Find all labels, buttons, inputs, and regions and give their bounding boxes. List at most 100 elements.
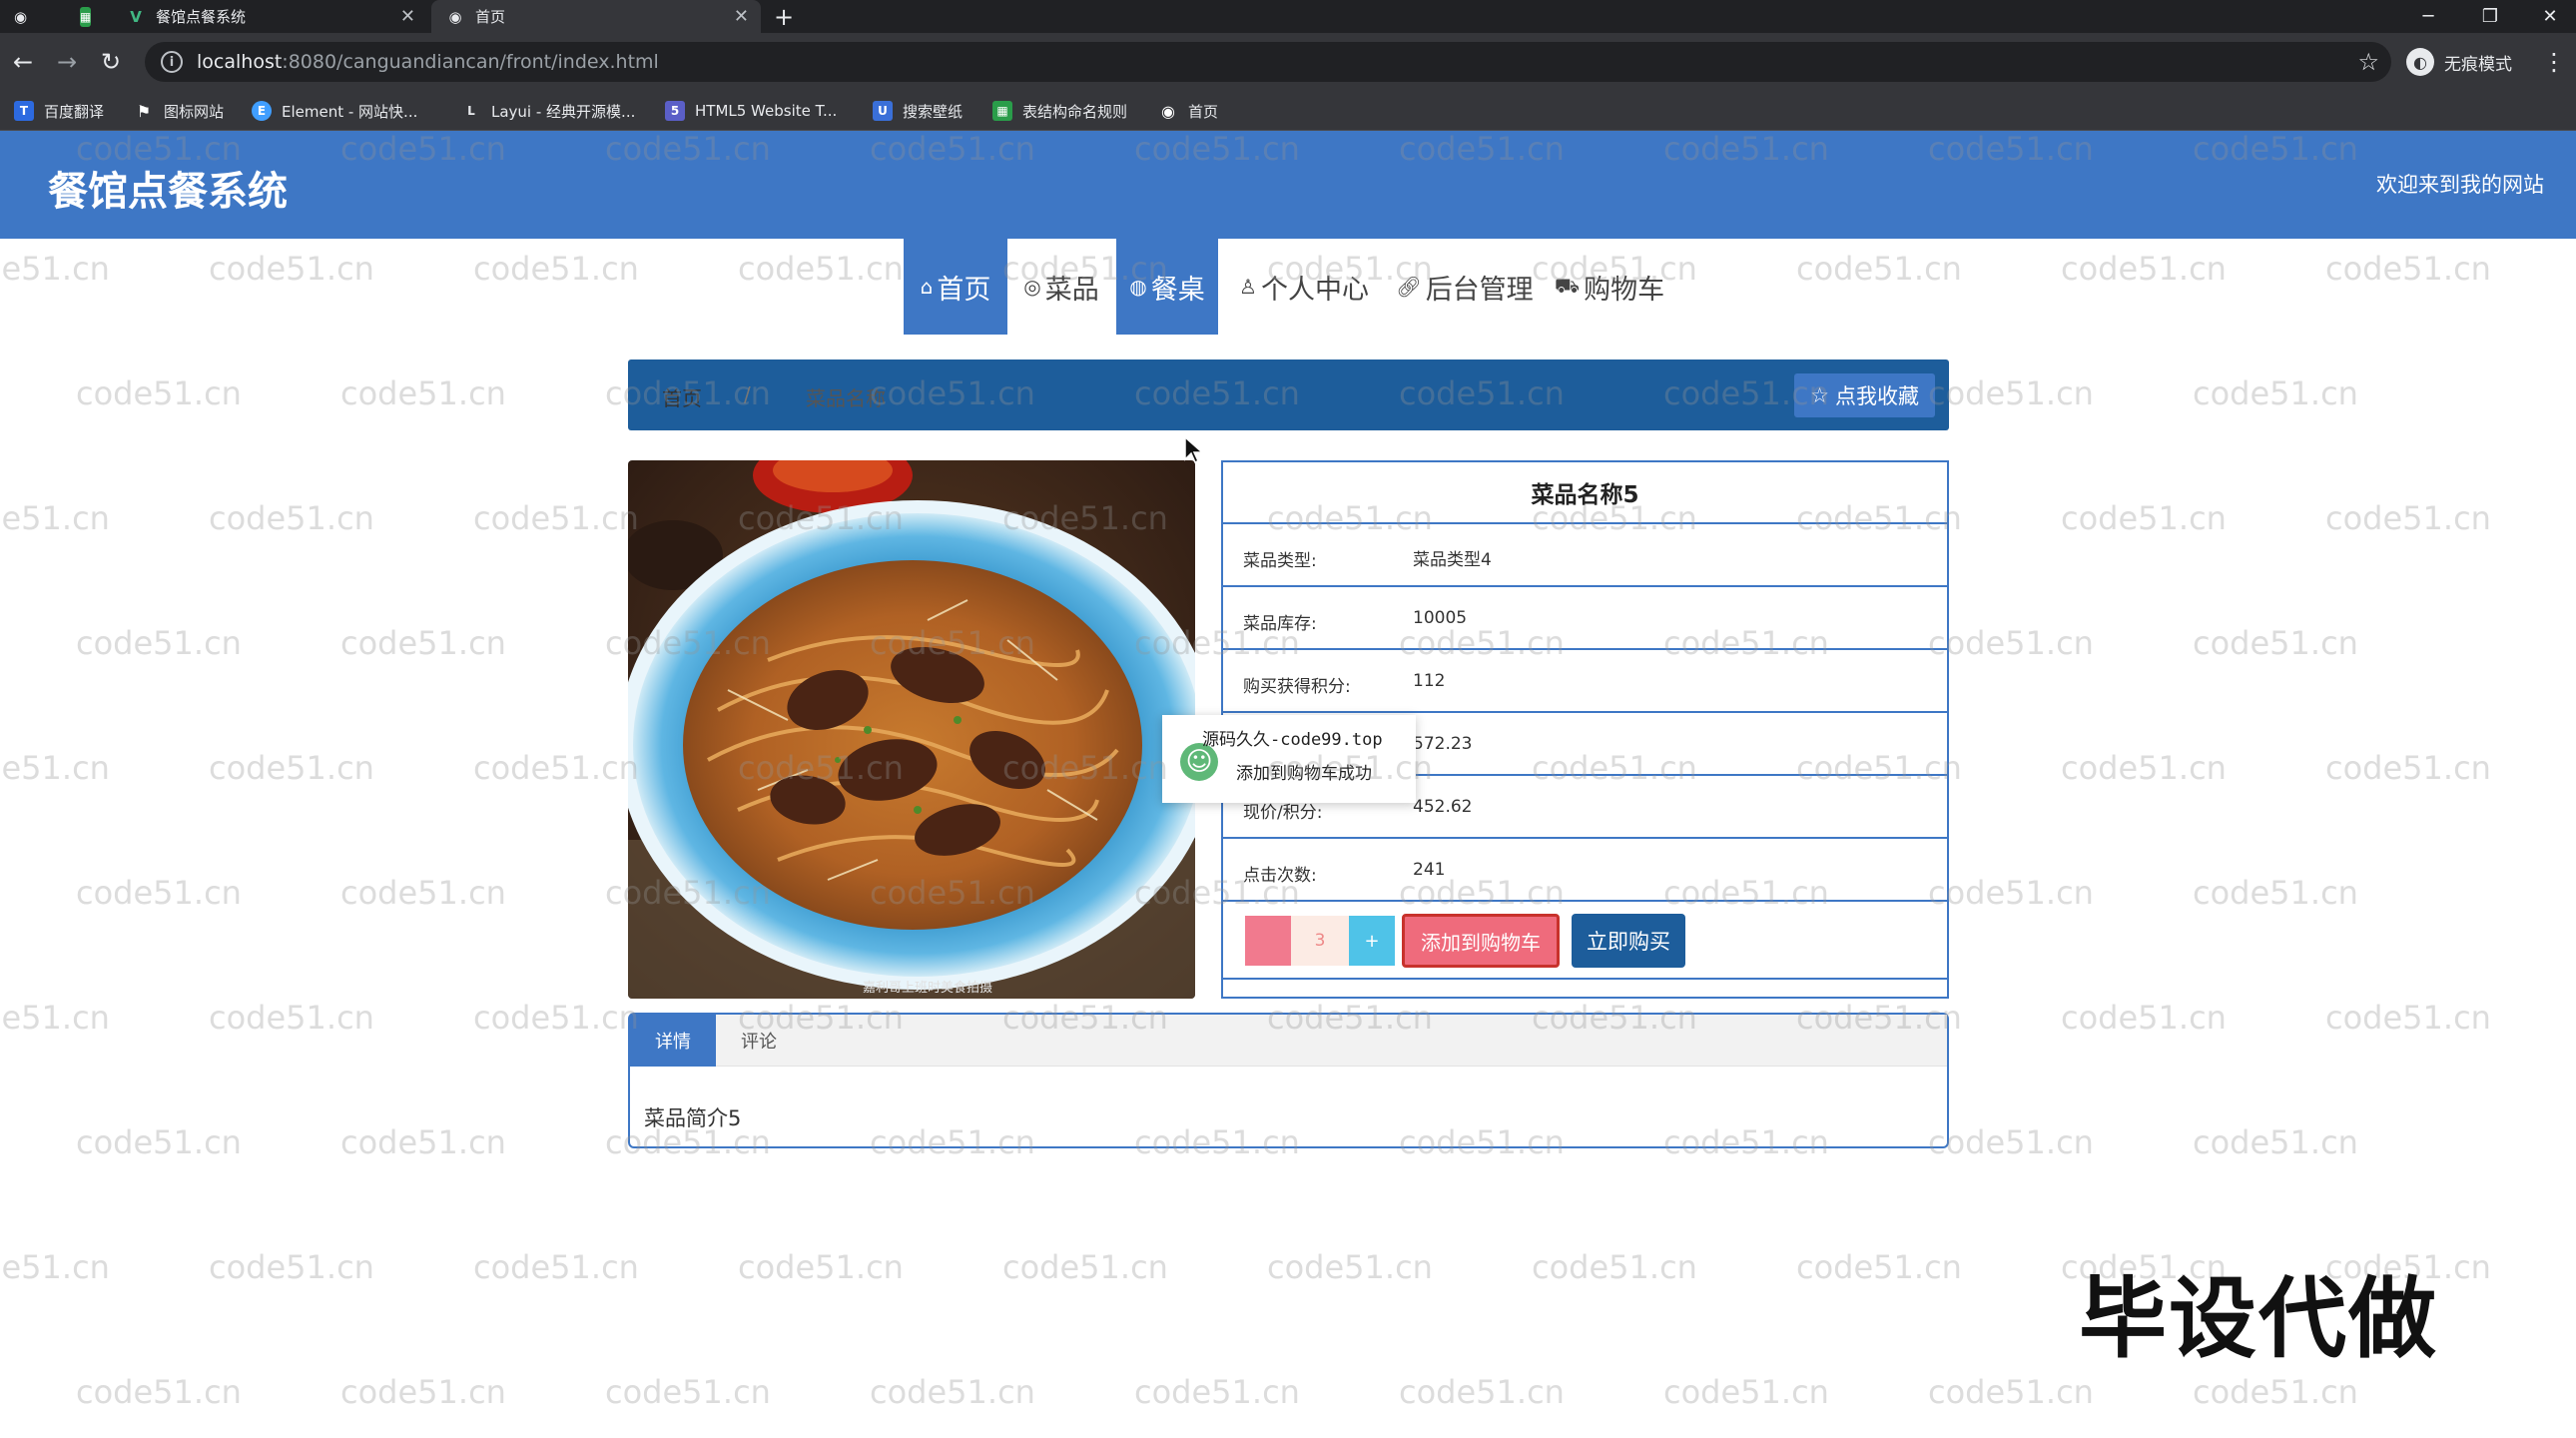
bookmark-label: 表结构命名规则 [1022, 102, 1128, 121]
site-info-icon[interactable]: i [161, 51, 183, 73]
breadcrumb-current: 菜品名称 [806, 386, 886, 410]
link-icon: 🔗︎ [1396, 275, 1422, 299]
forward-button[interactable]: → [52, 47, 82, 77]
user-icon: ♙ [1239, 275, 1257, 299]
toast-message: 添加到购物车成功 [1236, 764, 1372, 784]
dish-name: 菜品名称5 [1223, 462, 1947, 524]
dish-photo: 嘉利哥上班时美食拍摄 [628, 460, 1195, 999]
toast-source-text: 源码久久-code99.top [1202, 730, 1383, 750]
nav-label: 餐桌 [1150, 274, 1205, 306]
bookmark-item[interactable]: L Layui - 经典开源模... [461, 91, 635, 131]
bookmark-label: HTML5 Website T... [695, 102, 838, 120]
photo-caption: 嘉利哥上班时美食拍摄 [863, 980, 992, 996]
layui-icon: L [467, 104, 475, 118]
chrome-icon: ◉ [14, 7, 28, 26]
globe-icon: ◉ [1161, 101, 1175, 121]
restore-button[interactable]: ❐ [2466, 0, 2514, 33]
main-nav: ⌂ 首页 ◎ 菜品 ◍ 餐桌 ♙ 个人中心 🔗︎ 后台管理 ⛟ 购物车 [0, 239, 2576, 335]
breadcrumb-bar: 首页 / 菜品名称 ☆ 点我收藏 [628, 360, 1949, 430]
sheet-icon: ▦ [80, 6, 92, 27]
bookmark-label: 图标网站 [164, 102, 225, 121]
nav-cart[interactable]: ⛟ 购物车 [1552, 239, 1667, 335]
bookmark-item[interactable]: T 百度翻译 [14, 91, 104, 131]
bookmark-item[interactable]: U 搜索壁纸 [873, 91, 963, 131]
quantity-increase-button[interactable]: + [1349, 916, 1395, 966]
table-icon: ◍ [1129, 275, 1147, 299]
quantity-input[interactable]: 3 [1291, 916, 1349, 966]
bookmark-item[interactable]: E Element - 网站快... [252, 91, 417, 131]
info-row-type: 菜品类型: 菜品类型4 [1223, 524, 1947, 587]
site-title: 餐馆点餐系统 [48, 169, 288, 215]
purchase-row: 3 + 添加到购物车 立即购买 [1223, 902, 1947, 980]
info-value: 452.62 [1413, 797, 1473, 817]
detail-tabs: 详情 评论 [630, 1015, 1947, 1067]
nav-tables[interactable]: ◍ 餐桌 [1116, 239, 1218, 335]
bookmarks-bar: T 百度翻译 ⚑ 图标网站 E Element - 网站快... L Layui - 经… [0, 91, 2576, 131]
flag-icon: ⚑ [136, 101, 152, 121]
web-page: 餐馆点餐系统 欢迎来到我的网站 ⌂ 首页 ◎ 菜品 ◍ 餐桌 ♙ 个人中心 🔗︎ 后台管理… [0, 131, 2576, 1438]
minimize-button[interactable]: ─ [2404, 0, 2452, 33]
close-tab-icon[interactable]: ✕ [400, 6, 415, 27]
sheet-icon: ▦ [992, 101, 1012, 121]
dish-icon: ◎ [1023, 275, 1041, 299]
new-tab-button[interactable]: + [771, 0, 797, 33]
bookmark-label: Element - 网站快... [282, 102, 418, 121]
html5-icon: 5 [665, 101, 685, 121]
add-to-cart-button[interactable]: 添加到购物车 [1402, 914, 1560, 968]
globe-icon: ◉ [448, 7, 462, 26]
browser-tab-strip: ◉ ▦ V 餐馆点餐系统 ✕ ◉ 首页 ✕ + ─ ❐ ✕ [0, 0, 2576, 33]
info-label: 购买获得积分: [1243, 677, 1351, 697]
info-label: 菜品库存: [1243, 614, 1317, 634]
incognito-profile[interactable]: ◐ 无痕模式 [2406, 47, 2512, 77]
info-row-stock: 菜品库存: 10005 [1223, 587, 1947, 650]
tab-comments[interactable]: 评论 [716, 1015, 802, 1067]
favorite-button[interactable]: ☆ 点我收藏 [1794, 373, 1935, 417]
nav-label: 菜品 [1044, 274, 1099, 306]
close-tab-icon[interactable]: ✕ [734, 6, 749, 27]
reload-button[interactable]: ↻ [96, 47, 126, 77]
dish-description: 菜品简介5 [644, 1106, 742, 1130]
browser-menu-icon[interactable]: ⋮ [2542, 47, 2566, 77]
nav-label: 购物车 [1584, 274, 1665, 306]
nav-dishes[interactable]: ◎ 菜品 [1009, 239, 1113, 335]
url-host: localhost [197, 51, 283, 73]
bookmark-item[interactable]: 5 HTML5 Website T... [665, 91, 837, 131]
bookmark-star-icon[interactable]: ☆ [2357, 48, 2379, 76]
breadcrumb-separator: / [744, 382, 751, 406]
bookmark-item[interactable]: ▦ 表结构命名规则 [992, 91, 1127, 131]
element-icon: E [252, 101, 272, 121]
tab-details[interactable]: 详情 [630, 1015, 716, 1067]
pinned-tab[interactable]: ▦ [66, 0, 106, 33]
address-bar[interactable]: i localhost:8080/canguandiancan/front/in… [145, 42, 2391, 82]
home-icon: ⌂ [920, 275, 934, 299]
back-button[interactable]: ← [8, 47, 38, 77]
browser-tab-2[interactable]: ◉ 首页 ✕ [431, 0, 761, 33]
nav-user-center[interactable]: ♙ 个人中心 [1230, 239, 1378, 335]
overlay-mark: 毕设代做 [2079, 1267, 2439, 1370]
profile-label: 无痕模式 [2444, 54, 2512, 75]
browser-menu-tab[interactable]: ◉ [0, 0, 36, 33]
quantity-decrease-button[interactable] [1245, 916, 1291, 966]
info-value: 241 [1413, 860, 1446, 880]
close-window-button[interactable]: ✕ [2526, 0, 2574, 33]
bookmark-item[interactable]: ⚑ 图标网站 [134, 91, 224, 131]
info-label: 点击次数: [1243, 866, 1317, 886]
nav-home[interactable]: ⌂ 首页 [904, 239, 1007, 335]
browser-tab-1[interactable]: V 餐馆点餐系统 ✕ [112, 0, 427, 33]
wallpaper-icon: U [873, 101, 893, 121]
info-value: 572.23 [1413, 734, 1473, 754]
site-header: 餐馆点餐系统 欢迎来到我的网站 [0, 131, 2576, 239]
vue-icon: V [130, 7, 142, 26]
incognito-icon: ◐ [2406, 48, 2434, 76]
mouse-cursor-icon [1184, 435, 1204, 464]
buy-now-button[interactable]: 立即购买 [1572, 914, 1685, 968]
bookmark-item[interactable]: ◉ 首页 [1158, 91, 1218, 131]
bookmark-label: 搜索壁纸 [903, 102, 964, 121]
bookmark-label: 首页 [1188, 102, 1219, 121]
breadcrumb-home[interactable]: 首页 [662, 382, 702, 411]
nav-admin[interactable]: 🔗︎ 后台管理 [1390, 239, 1540, 335]
bookmark-label: Layui - 经典开源模... [491, 102, 636, 121]
browser-tab-title: 首页 [475, 8, 506, 26]
nav-label: 后台管理 [1425, 274, 1534, 306]
browser-toolbar: ← → ↻ i localhost:8080/canguandiancan/fr… [0, 33, 2576, 91]
